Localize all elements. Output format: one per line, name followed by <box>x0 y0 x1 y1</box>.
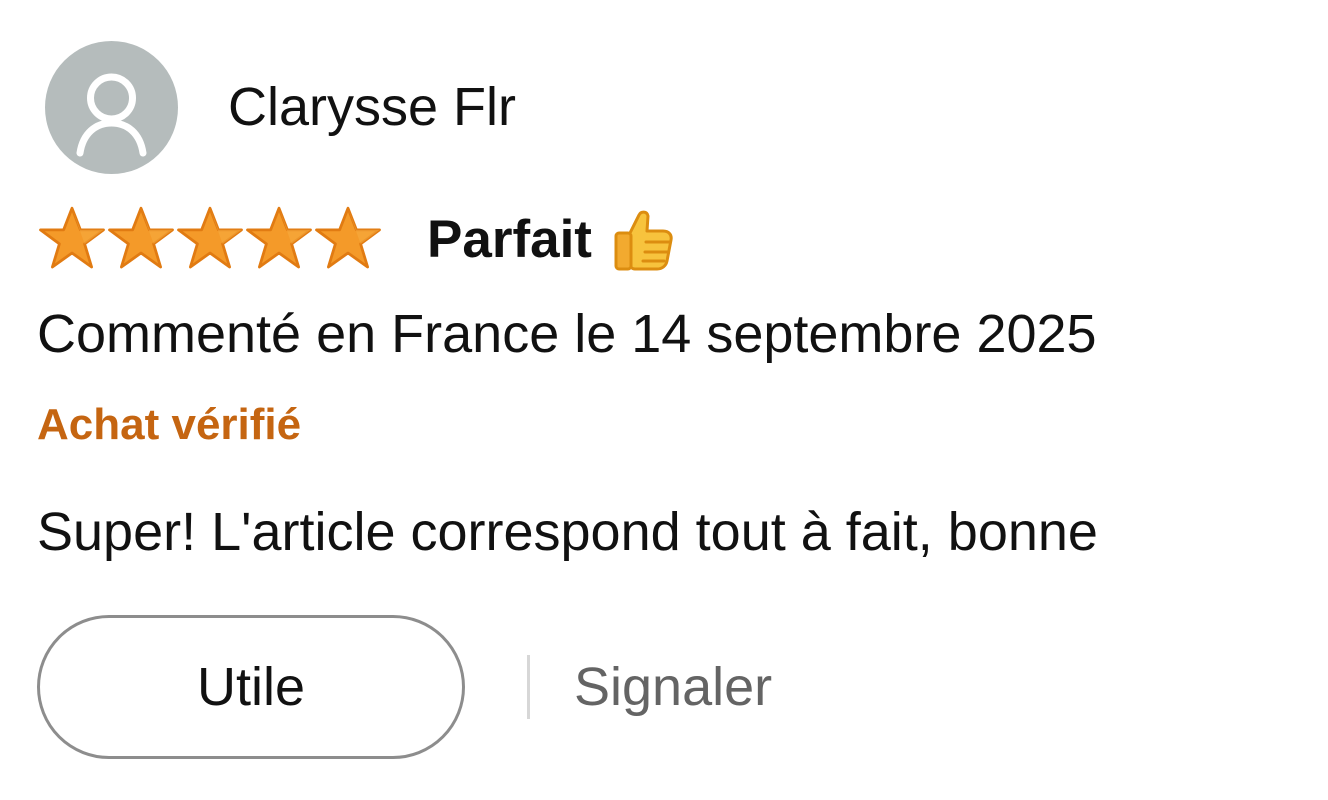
review-card: Clarysse Flr Parfait Commenté en France … <box>0 0 1328 800</box>
star-rating <box>37 202 387 276</box>
review-date: Commenté en France le 14 septembre 2025 <box>37 304 1097 364</box>
person-outline-icon <box>76 73 147 156</box>
helpful-button[interactable]: Utile <box>37 615 465 759</box>
star-icon <box>37 204 107 274</box>
star-icon <box>175 204 245 274</box>
thumbs-up-icon <box>608 203 680 275</box>
star-icon <box>106 204 176 274</box>
action-separator <box>527 655 530 719</box>
review-author: Clarysse Flr <box>45 40 516 174</box>
star-icon <box>313 204 383 274</box>
review-body: Super! L'article correspond tout à fait,… <box>37 502 1098 562</box>
avatar <box>45 40 178 174</box>
review-rating-row: Parfait <box>37 202 680 276</box>
review-title[interactable]: Parfait <box>427 213 592 266</box>
star-icon <box>244 204 314 274</box>
review-actions: Utile Signaler <box>37 615 772 759</box>
verified-purchase-badge: Achat vérifié <box>37 400 302 449</box>
author-name[interactable]: Clarysse Flr <box>228 80 516 134</box>
report-link[interactable]: Signaler <box>574 660 772 714</box>
